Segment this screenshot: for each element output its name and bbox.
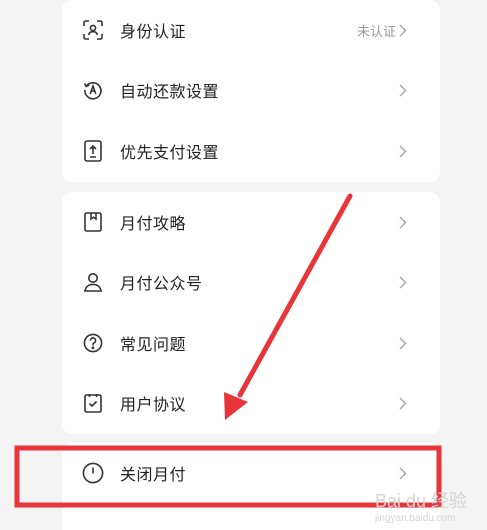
auto-repay-settings-label: 自动还款设置 [120,82,220,101]
official-account-label: 月付公众号 [120,274,203,293]
auto-repay-settings-row[interactable]: 自动还款设置 [62,60,440,120]
chevron-right-icon [396,83,410,97]
chevron-right-icon [396,396,410,410]
faq-row[interactable]: 常见问题 [62,313,440,373]
help-card: 月付攻略 月付公众号 常见问题 用户协议 [62,192,440,434]
identity-verification-row[interactable]: 身份认证 未认证 [62,0,440,60]
watermark-subtext: jingyan.baidu.com [374,513,456,524]
monthly-pay-guide-label: 月付攻略 [120,214,187,233]
bookmark-icon [82,211,104,233]
faq-label: 常见问题 [120,335,187,354]
watermark-text: Bai du 经验 [374,491,467,511]
agreement-icon [82,392,104,414]
close-monthly-pay-label: 关闭月付 [120,465,187,484]
chevron-right-icon [396,275,410,289]
chevron-right-icon [396,144,410,158]
identity-verification-label: 身份认证 [120,22,187,41]
user-agreement-row[interactable]: 用户协议 [62,373,440,433]
official-account-row[interactable]: 月付公众号 [62,252,440,312]
user-icon [82,271,104,293]
chevron-right-icon [396,23,410,37]
priority-pay-icon [82,140,104,162]
chevron-right-icon [396,466,410,480]
chevron-right-icon [396,336,410,350]
auto-repay-icon [82,79,104,101]
user-agreement-label: 用户协议 [120,395,187,414]
power-icon [82,462,104,484]
account-settings-card: 身份认证 未认证 自动还款设置 优先支付设置 [62,0,440,182]
priority-pay-settings-label: 优先支付设置 [120,143,220,162]
watermark: Bai du 经验 jingyan.baidu.com [375,487,467,524]
id-scan-icon [82,19,104,41]
question-icon [82,332,104,354]
priority-pay-settings-row[interactable]: 优先支付设置 [62,121,440,181]
monthly-pay-guide-row[interactable]: 月付攻略 [62,192,440,252]
verification-status: 未认证 [356,24,396,40]
chevron-right-icon [396,215,410,229]
